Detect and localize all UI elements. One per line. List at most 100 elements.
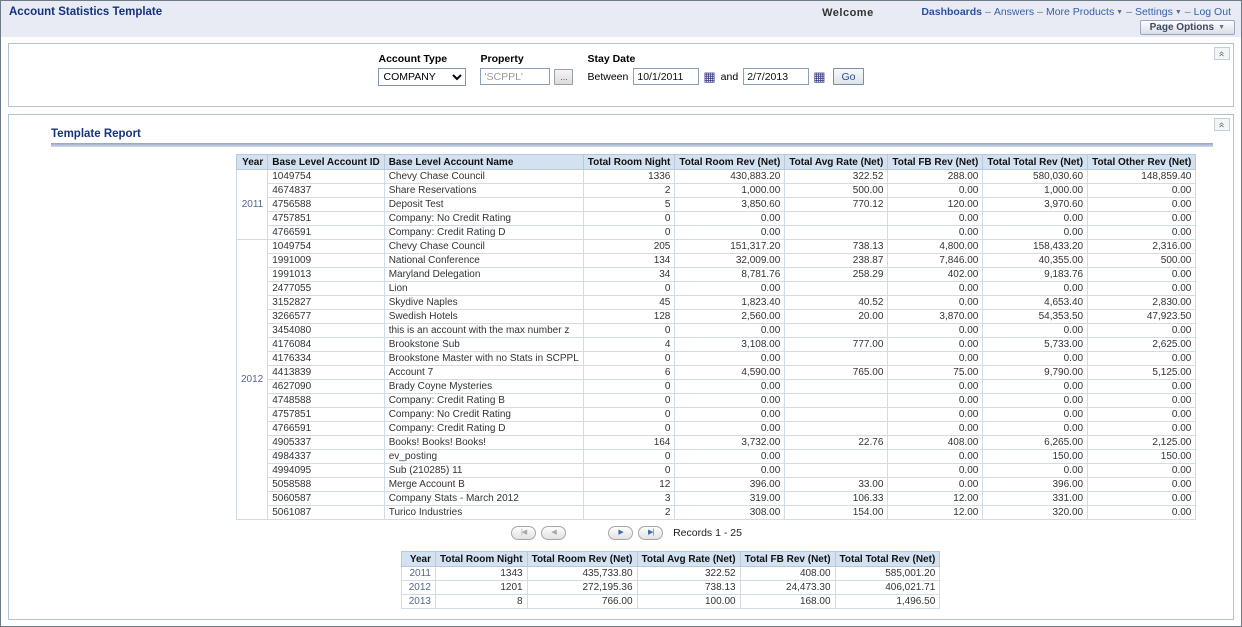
data-cell: 0 — [583, 226, 675, 240]
data-cell: Skydive Naples — [384, 296, 583, 310]
data-cell: 308.00 — [675, 506, 785, 520]
account-type-select[interactable]: COMPANY — [378, 68, 466, 86]
data-cell: Books! Books! Books! — [384, 436, 583, 450]
data-cell: 151,317.20 — [675, 240, 785, 254]
data-cell: 0.00 — [983, 380, 1088, 394]
report-section: » Template Report YearBase Level Account… — [8, 114, 1234, 620]
property-browse-button[interactable]: ... — [554, 69, 573, 85]
summary-cell: 168.00 — [740, 595, 835, 609]
table-row: 3454080this is an account with the max n… — [237, 324, 1196, 338]
summary-row: 20121201272,195.36738.1324,473.30406,021… — [402, 581, 940, 595]
data-cell: Company Stats - March 2012 — [384, 492, 583, 506]
data-cell: 22.76 — [785, 436, 888, 450]
data-cell: 0.00 — [983, 408, 1088, 422]
between-label: Between — [587, 71, 628, 83]
data-cell: 4757851 — [268, 408, 384, 422]
data-cell: 0.00 — [983, 226, 1088, 240]
stay-date-from-input[interactable] — [633, 68, 699, 85]
data-cell: Company: Credit Rating B — [384, 394, 583, 408]
data-cell: 4984337 — [268, 450, 384, 464]
chevron-down-icon: ▼ — [1114, 9, 1123, 16]
data-cell: 154.00 — [785, 506, 888, 520]
collapse-filter-button[interactable]: » — [1214, 47, 1230, 60]
summary-cell: 435,733.80 — [527, 567, 637, 581]
data-cell: 164 — [583, 436, 675, 450]
go-button[interactable]: Go — [833, 68, 863, 85]
data-cell: 0.00 — [675, 324, 785, 338]
data-cell: 0.00 — [675, 380, 785, 394]
data-cell: 1049754 — [268, 240, 384, 254]
data-cell: 0 — [583, 422, 675, 436]
table-row: 5061087Turico Industries2308.00154.0012.… — [237, 506, 1196, 520]
previous-page-button[interactable]: ◀ — [541, 526, 566, 540]
data-cell: 205 — [583, 240, 675, 254]
data-cell: 408.00 — [888, 436, 983, 450]
nav-link-settings[interactable]: Settings ▼ — [1135, 6, 1182, 18]
data-cell: 5,125.00 — [1088, 366, 1196, 380]
summary-cell: 100.00 — [637, 595, 740, 609]
data-cell: 45 — [583, 296, 675, 310]
nav-link-answers[interactable]: Answers — [994, 6, 1034, 18]
data-cell: 0.00 — [675, 408, 785, 422]
data-cell: 6 — [583, 366, 675, 380]
data-cell: 0.00 — [888, 212, 983, 226]
data-cell: 0.00 — [983, 464, 1088, 478]
year-cell: 2011 — [237, 170, 268, 240]
data-cell: 580,030.60 — [983, 170, 1088, 184]
nav-link-more-products[interactable]: More Products ▼ — [1046, 6, 1123, 18]
nav-link-dashboards[interactable]: Dashboards — [921, 6, 982, 18]
table-row: 3152827Skydive Naples451,823.4040.520.00… — [237, 296, 1196, 310]
account-type-label: Account Type — [378, 53, 466, 65]
property-input[interactable] — [480, 68, 550, 85]
data-cell: 2 — [583, 506, 675, 520]
data-cell: 500.00 — [785, 184, 888, 198]
data-cell: 4176084 — [268, 338, 384, 352]
data-cell: 0.00 — [675, 226, 785, 240]
data-cell: 0.00 — [675, 422, 785, 436]
data-cell: 3,970.60 — [983, 198, 1088, 212]
summary-cell: 585,001.20 — [835, 567, 940, 581]
collapse-report-button[interactable]: » — [1214, 118, 1230, 131]
calendar-icon[interactable]: ▦ — [703, 70, 715, 83]
data-cell: 0.00 — [983, 394, 1088, 408]
data-cell — [785, 408, 888, 422]
column-header: Total FB Rev (Net) — [888, 155, 983, 170]
summary-cell: 738.13 — [637, 581, 740, 595]
stay-date-to-input[interactable] — [743, 68, 809, 85]
table-row: 4413839Account 764,590.00765.0075.009,79… — [237, 366, 1196, 380]
next-page-button[interactable]: ▶ — [608, 526, 633, 540]
data-cell: 0.00 — [983, 282, 1088, 296]
table-row: 2477055Lion00.000.000.000.00 — [237, 282, 1196, 296]
nav-link-log-out[interactable]: Log Out — [1194, 6, 1231, 18]
data-cell: 0.00 — [1088, 198, 1196, 212]
table-row: 4766591Company: Credit Rating D00.000.00… — [237, 422, 1196, 436]
filter-row: Account Type COMPANY Property ... Stay D… — [9, 44, 1233, 86]
data-cell: 47,923.50 — [1088, 310, 1196, 324]
first-page-button[interactable]: |◀ — [511, 526, 536, 540]
last-page-button[interactable]: ▶| — [638, 526, 663, 540]
summary-cell: 272,195.36 — [527, 581, 637, 595]
data-cell: 12.00 — [888, 492, 983, 506]
summary-cell: 408.00 — [740, 567, 835, 581]
data-cell: 0.00 — [888, 352, 983, 366]
page: Account Statistics Template Welcome Dash… — [0, 0, 1242, 627]
table-row: 4757851Company: No Credit Rating00.000.0… — [237, 212, 1196, 226]
data-cell: 0.00 — [888, 408, 983, 422]
data-cell: 0.00 — [888, 464, 983, 478]
data-cell: 3454080 — [268, 324, 384, 338]
data-cell: 3,732.00 — [675, 436, 785, 450]
table-row: 4748588Company: Credit Rating B00.000.00… — [237, 394, 1196, 408]
calendar-icon[interactable]: ▦ — [813, 70, 825, 83]
data-cell: 1336 — [583, 170, 675, 184]
data-cell — [785, 450, 888, 464]
summary-cell: 766.00 — [527, 595, 637, 609]
data-cell: 4674837 — [268, 184, 384, 198]
page-options-label: Page Options — [1150, 22, 1214, 33]
data-cell: 0.00 — [888, 226, 983, 240]
page-options-button[interactable]: Page Options▼ — [1140, 20, 1235, 35]
summary-column-header: Total Room Rev (Net) — [527, 552, 637, 567]
data-cell: 32,009.00 — [675, 254, 785, 268]
data-cell: 75.00 — [888, 366, 983, 380]
top-bar: Account Statistics Template Welcome Dash… — [1, 1, 1241, 37]
table-row: 1991013Maryland Delegation348,781.76258.… — [237, 268, 1196, 282]
